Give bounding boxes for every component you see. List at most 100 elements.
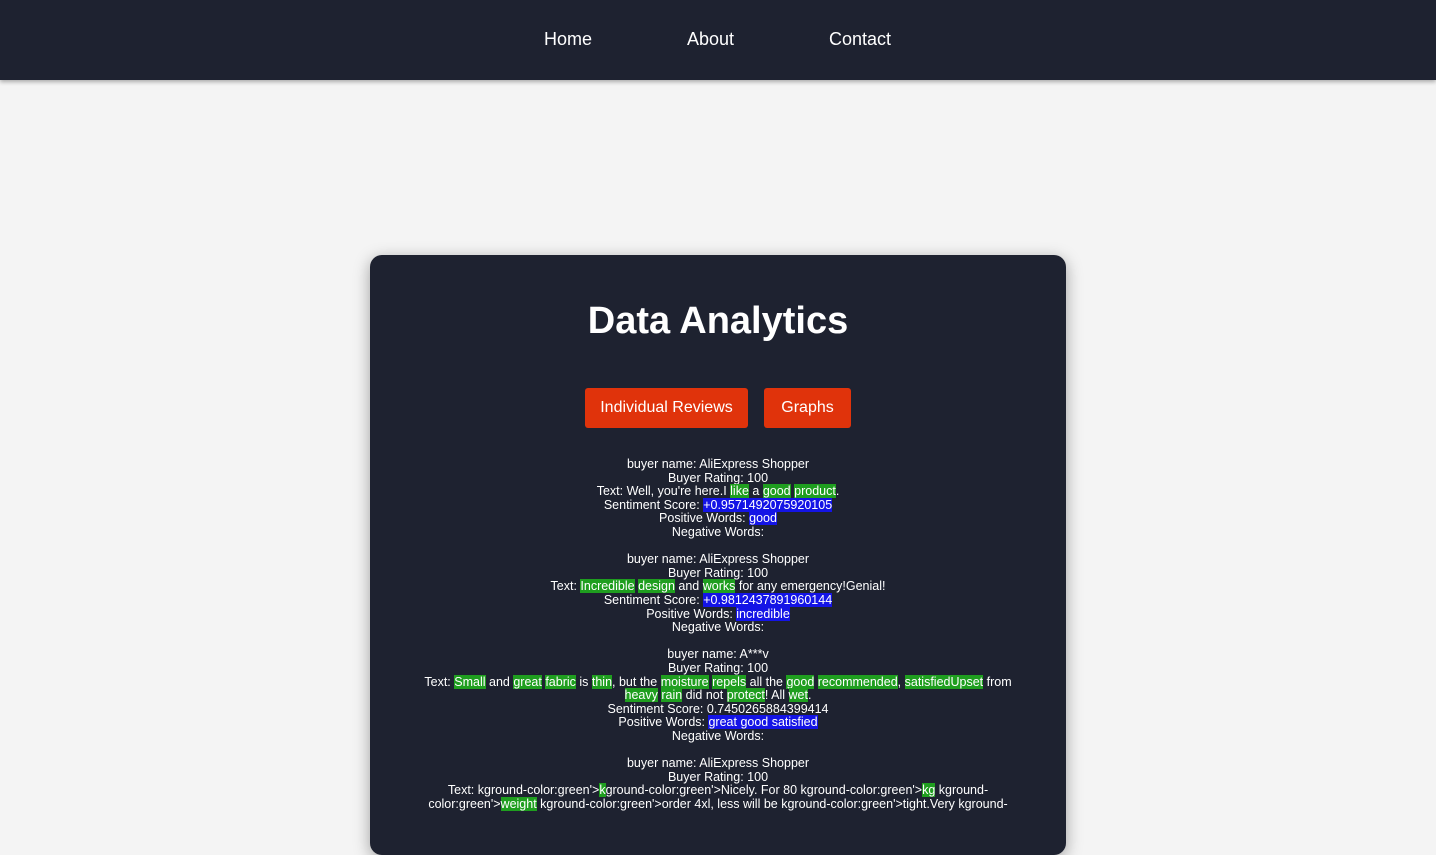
highlighted-word: recommended	[817, 674, 898, 689]
review-text-fragment: and	[674, 579, 703, 594]
highlighted-word: wet	[788, 688, 808, 703]
negative-words: Negative Words:	[410, 524, 1026, 540]
positive-words-label: Positive Words:	[659, 511, 750, 526]
highlighted-word: satisfiedUpset	[904, 674, 984, 689]
buyer-rating: Buyer Rating: 100	[410, 769, 1026, 785]
page-title: Data Analytics	[587, 300, 849, 342]
highlighted-word: repels	[712, 674, 747, 689]
highlighted-word: protect	[726, 688, 765, 703]
review-list: buyer name: AliExpress Shopper Buyer Rati…	[410, 457, 1026, 825]
highlighted-word: product	[794, 484, 836, 499]
positive-words-label: Positive Words:	[618, 715, 709, 730]
nav-home-link[interactable]: Home	[544, 28, 592, 50]
review-text-fragment: a	[748, 484, 763, 499]
buyer-rating-value: 100	[747, 660, 769, 675]
negative-words: Negative Words:	[410, 728, 1026, 744]
highlighted-word: weight	[500, 796, 537, 811]
highlighted-word: good	[762, 484, 791, 499]
review-text-fragment: Well, you're here.I	[626, 484, 731, 499]
buyer-rating: Buyer Rating: 100	[410, 470, 1026, 486]
negative-words: Negative Words:	[410, 620, 1026, 635]
sentiment-score-label: Sentiment Score:	[607, 701, 707, 716]
review-text-fragment: is	[575, 674, 592, 689]
review-text-fragment: ground-color:green'>Nicely. For 80 kgrou…	[605, 783, 923, 798]
sentiment-score-value: +0.9812437891960144	[703, 592, 833, 607]
buyer-rating: Buyer Rating: 100	[410, 565, 1026, 581]
review-text-fragment: all the	[746, 674, 787, 689]
highlighted-word: great	[513, 674, 542, 689]
graphs-button[interactable]: Graphs	[764, 388, 851, 428]
highlighted-word: good	[786, 674, 815, 689]
highlighted-word: Small	[454, 674, 486, 689]
review-text-fragment: ,	[897, 674, 905, 689]
analytics-card: Data Analytics Individual Reviews Graphs…	[370, 255, 1066, 855]
highlighted-word: like	[730, 484, 749, 499]
buyer-rating: Buyer Rating: 100	[410, 660, 1026, 676]
positive-words: Positive Words: good	[410, 511, 1026, 526]
highlighted-word: fabric	[545, 674, 576, 689]
buyer-name-label: buyer name:	[626, 756, 700, 771]
nav-contact-link[interactable]: Contact	[829, 28, 891, 50]
sentiment-score-label: Sentiment Score:	[603, 592, 704, 607]
review-text-fragment: kground-color:green'>order 4xl, less wil…	[536, 796, 1008, 811]
review-text-label: Text:	[596, 484, 627, 499]
review-text-fragment: .	[835, 484, 840, 499]
buyer-rating-label: Buyer Rating:	[667, 470, 748, 485]
sentiment-score-value: +0.9571492075920105	[703, 497, 833, 512]
review-text-fragment: .	[807, 688, 812, 703]
highlighted-word: rain	[661, 688, 683, 703]
top-navbar: Home About Contact	[0, 0, 1436, 80]
positive-words-label: Positive Words:	[646, 606, 737, 621]
negative-words-label: Negative Words:	[671, 620, 765, 635]
individual-reviews-button[interactable]: Individual Reviews	[585, 388, 748, 428]
buyer-rating-value: 100	[747, 769, 769, 784]
positive-words: Positive Words: great good satisfied	[410, 715, 1026, 730]
nav-about-link[interactable]: About	[687, 28, 734, 50]
review-text-fragment: ! All	[764, 688, 789, 703]
highlighted-word: design	[638, 579, 675, 594]
review-text: Text: kground-color:green'>kground-color…	[410, 783, 1026, 811]
positive-words-value: good	[749, 511, 777, 526]
sentiment-score: Sentiment Score: +0.9571492075920105	[410, 497, 1026, 513]
review-text-label: Text:	[550, 579, 581, 594]
buyer-rating-value: 100	[747, 470, 769, 485]
buyer-rating-label: Buyer Rating:	[667, 660, 748, 675]
buyer-rating-value: 100	[747, 565, 769, 580]
sentiment-score: Sentiment Score: 0.7450265884399414	[410, 701, 1026, 717]
review-text: Text: Incredible design and works for an…	[410, 579, 1026, 594]
review-text-fragment: did not	[682, 688, 727, 703]
negative-words-label: Negative Words:	[671, 728, 765, 743]
highlighted-word: thin	[591, 674, 613, 689]
review-item: buyer name: AliExpress Shopper Buyer Rati…	[410, 756, 1026, 811]
review-text-fragment: , but the	[612, 674, 661, 689]
buyer-name-value: AliExpress Shopper	[699, 552, 810, 567]
buyer-name-value: AliExpress Shopper	[699, 756, 810, 771]
buyer-name: buyer name: AliExpress Shopper	[410, 756, 1026, 771]
positive-words-value: great good satisfied	[708, 715, 818, 730]
review-text-fragment: from	[983, 674, 1012, 689]
buyer-name-label: buyer name:	[626, 457, 700, 471]
highlighted-word: moisture	[660, 674, 709, 689]
highlighted-word: kg	[922, 783, 936, 798]
review-text: Text: Small and great fabric is thin, bu…	[410, 674, 1026, 703]
positive-words-value: incredible	[736, 606, 790, 621]
buyer-name: buyer name: A***v	[410, 648, 1026, 662]
negative-words-label: Negative Words:	[671, 524, 765, 539]
buyer-name-value: A***v	[739, 647, 769, 662]
buyer-name: buyer name: AliExpress Shopper	[410, 457, 1026, 472]
buyer-name: buyer name: AliExpress Shopper	[410, 552, 1026, 567]
buyer-name-label: buyer name:	[626, 552, 700, 567]
positive-words: Positive Words: incredible	[410, 606, 1026, 622]
buyer-rating-label: Buyer Rating:	[667, 565, 748, 580]
review-text: Text: Well, you're here.I like a good pr…	[410, 484, 1026, 499]
review-text-fragment: for any emergency!Genial!	[735, 579, 886, 594]
review-item: buyer name: AliExpress Shopper Buyer Rati…	[410, 552, 1026, 635]
review-item: buyer name: A***v Buyer Rating: 100 Text: …	[410, 648, 1026, 743]
sentiment-score-label: Sentiment Score:	[603, 497, 704, 512]
review-text-fragment: kground-color:green'>	[477, 783, 600, 798]
review-text-label: Text:	[424, 674, 455, 689]
highlighted-word: works	[702, 579, 736, 594]
review-item: buyer name: AliExpress Shopper Buyer Rati…	[410, 457, 1026, 540]
review-text-fragment: and	[485, 674, 514, 689]
buyer-rating-label: Buyer Rating:	[667, 769, 748, 784]
